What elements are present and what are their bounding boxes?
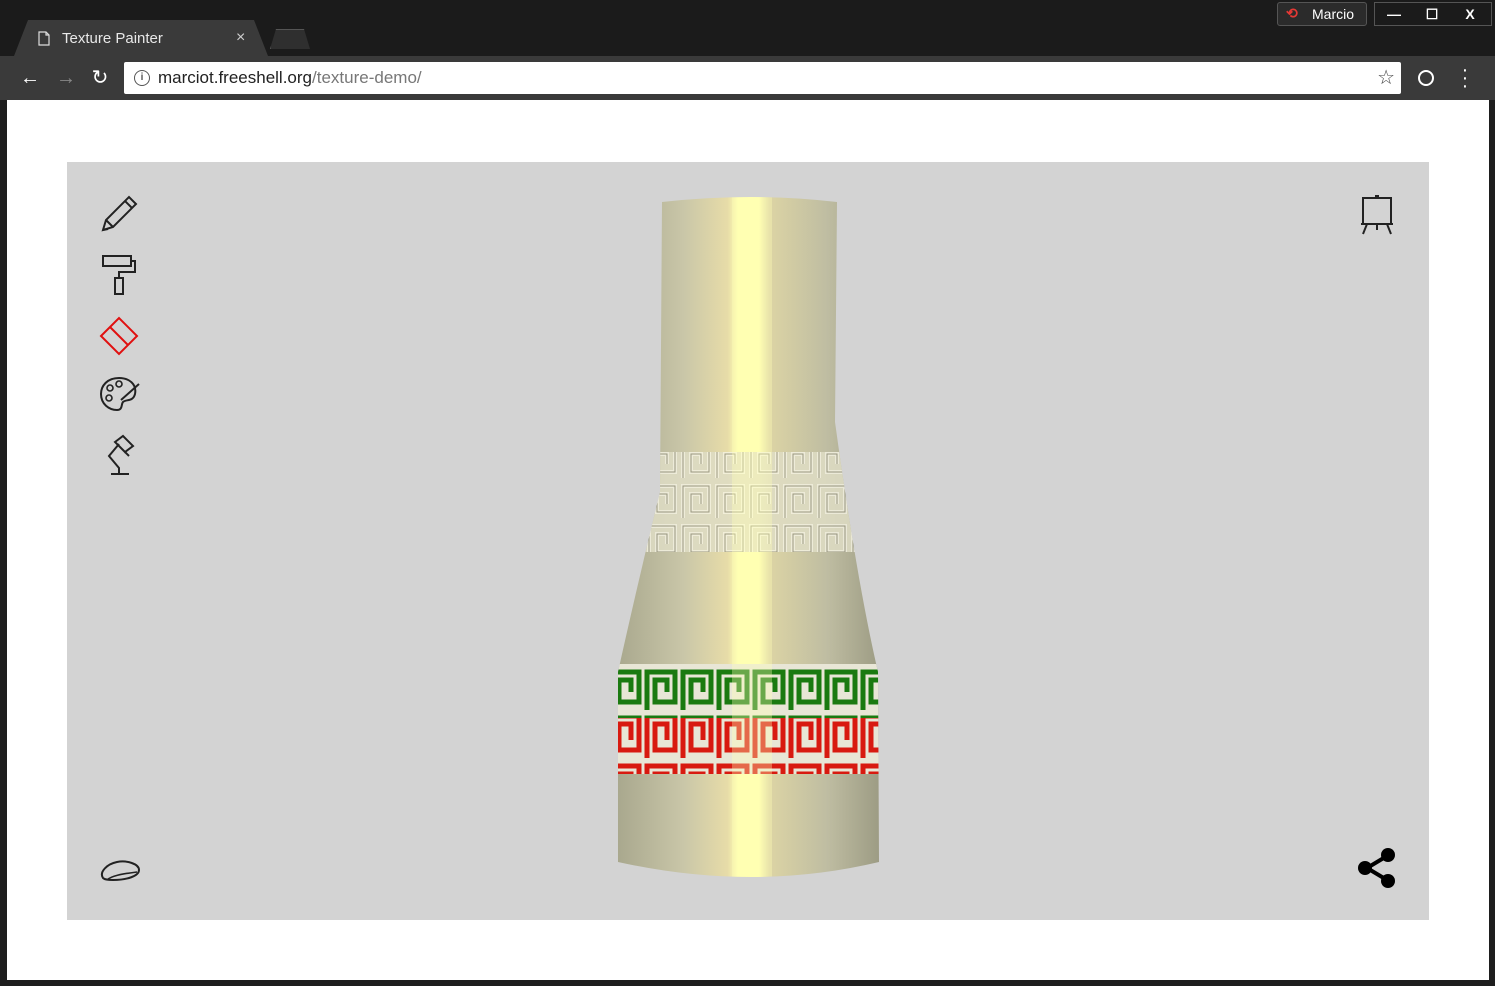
- roller-tool[interactable]: [97, 252, 141, 296]
- browser-window: Texture Painter × ⟲ Marcio — ☐ X ← → ↻ i…: [0, 0, 1495, 986]
- palette-icon: [99, 376, 140, 412]
- eraser-icon: [99, 316, 139, 356]
- back-icon[interactable]: ←: [16, 64, 44, 92]
- vase-model[interactable]: [67, 162, 1429, 920]
- profile-name: Marcio: [1312, 6, 1355, 22]
- profile-button[interactable]: ⟲ Marcio: [1277, 2, 1367, 26]
- window-controls: — ☐ X: [1374, 2, 1492, 26]
- paint-roller-icon: [102, 255, 136, 295]
- menu-icon[interactable]: · · ·: [1458, 60, 1472, 96]
- page-icon: [38, 31, 50, 46]
- palette-tool[interactable]: [97, 372, 141, 416]
- soap-icon: [101, 860, 141, 882]
- tab-title: Texture Painter: [62, 30, 163, 47]
- sync-icon: ⟲: [1286, 5, 1298, 21]
- reload-icon[interactable]: ↻: [86, 64, 114, 92]
- lamp-tool[interactable]: [97, 432, 141, 476]
- maximize-button[interactable]: ☐: [1413, 3, 1451, 25]
- texture-painter-canvas[interactable]: [67, 162, 1429, 920]
- pencil-tool[interactable]: [97, 192, 141, 236]
- forward-icon[interactable]: →: [52, 64, 80, 92]
- close-window-button[interactable]: X: [1451, 3, 1489, 25]
- easel-tool[interactable]: [1355, 192, 1399, 236]
- extension-icon[interactable]: [1418, 70, 1434, 86]
- eraser-tool[interactable]: [97, 312, 141, 356]
- tab-close-icon[interactable]: ×: [236, 29, 245, 47]
- desk-lamp-icon: [107, 434, 135, 475]
- share-tool[interactable]: [1355, 846, 1399, 890]
- share-icon: [1358, 848, 1395, 888]
- url-text[interactable]: marciot.freeshell.org/texture-demo/: [158, 68, 422, 88]
- pencil-icon: [101, 195, 138, 232]
- easel-icon: [1361, 195, 1393, 235]
- bookmark-star-icon[interactable]: ☆: [1377, 65, 1395, 90]
- soap-tool[interactable]: [97, 846, 141, 890]
- address-bar[interactable]: i marciot.freeshell.org/texture-demo/ ☆: [124, 62, 1401, 94]
- minimize-button[interactable]: —: [1375, 3, 1413, 25]
- info-icon[interactable]: i: [134, 70, 150, 86]
